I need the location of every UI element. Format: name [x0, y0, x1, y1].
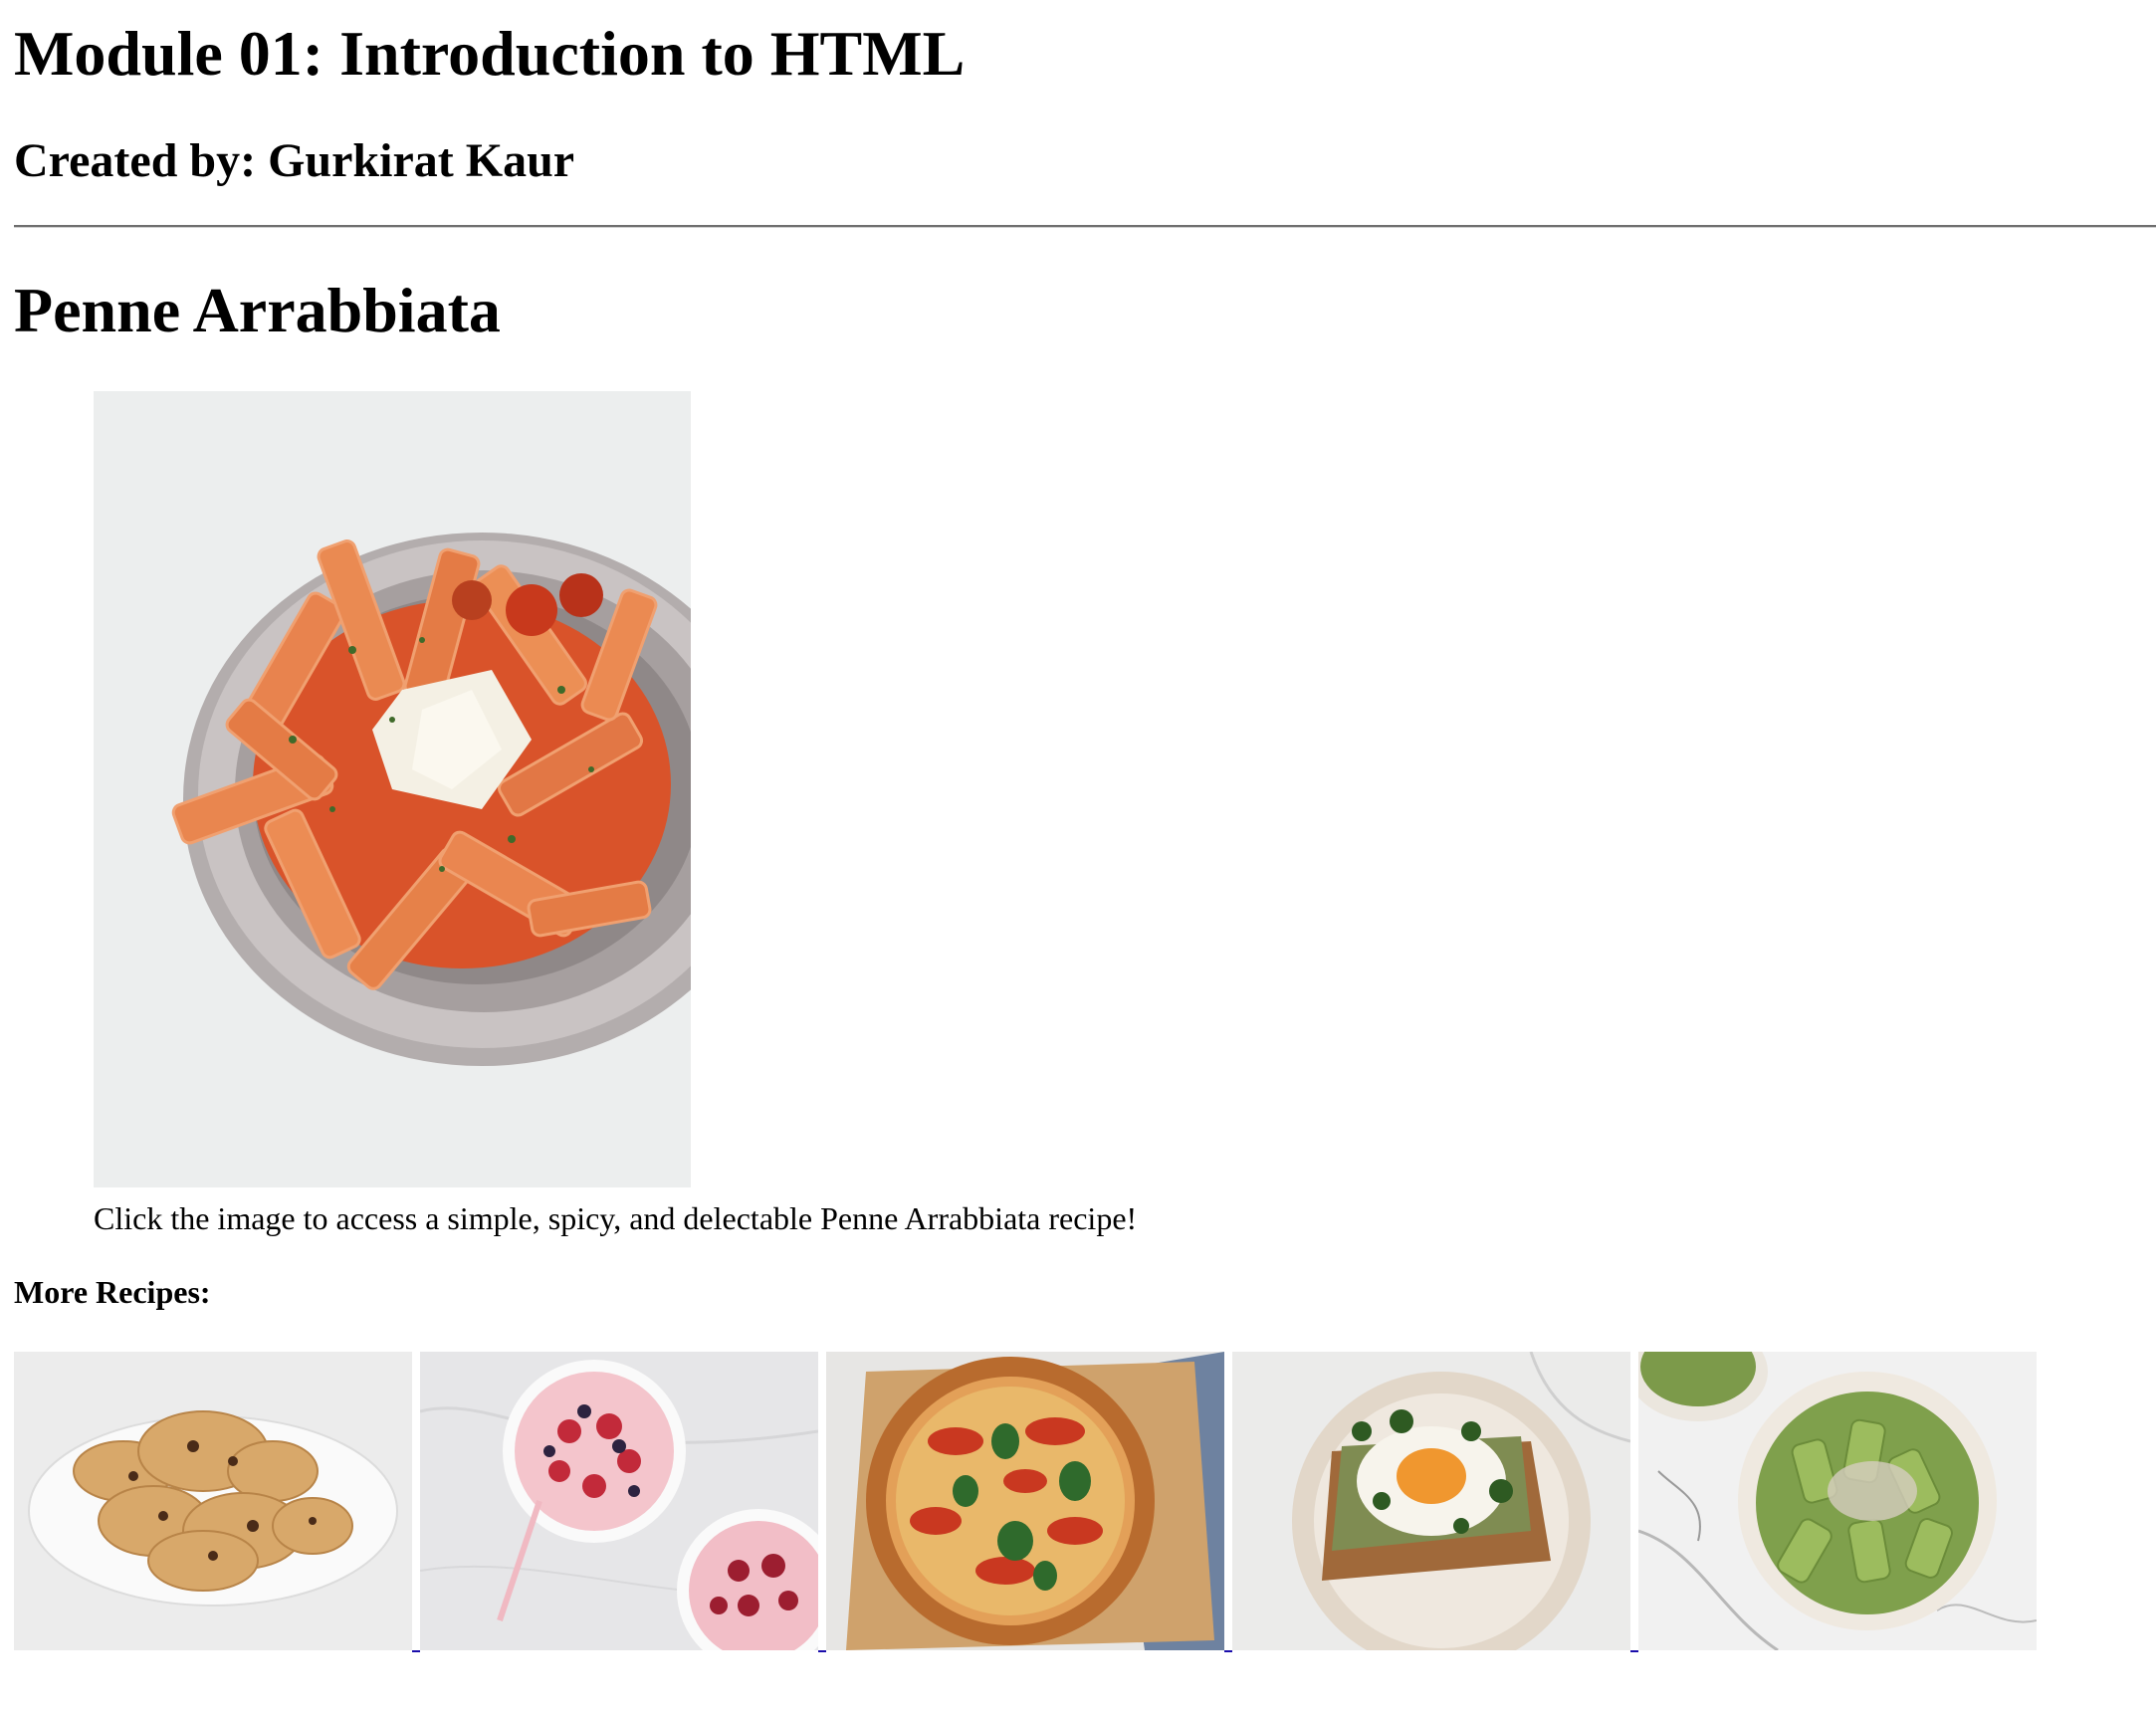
recipe-link-pesto-pasta[interactable]: [1638, 1352, 2037, 1650]
recipe-caption: Click the image to access a simple, spic…: [94, 1200, 1138, 1236]
smoothie-bowl-photo[interactable]: [420, 1352, 818, 1650]
egg-toast-photo[interactable]: [1232, 1352, 1630, 1650]
more-recipes-label: More Recipes:: [14, 1274, 211, 1310]
horizontal-divider: [14, 225, 2156, 228]
penne-arrabbiata-photo[interactable]: [94, 391, 691, 1187]
more-recipes-gallery: [14, 1352, 2045, 1652]
recipe-image-link[interactable]: [94, 391, 691, 1187]
recipe-link-pizza[interactable]: [826, 1352, 1232, 1652]
page-title: Module 01: Introduction to HTML: [14, 18, 966, 89]
pizza-photo[interactable]: [826, 1352, 1224, 1650]
recipe-link-egg-toast[interactable]: [1232, 1352, 1638, 1652]
recipe-link-cookies[interactable]: [14, 1352, 420, 1652]
cookies-photo[interactable]: [14, 1352, 412, 1650]
recipe-figure: Click the image to access a simple, spic…: [94, 391, 1137, 1238]
recipe-link-smoothie-bowl[interactable]: [420, 1352, 826, 1652]
pesto-pasta-photo[interactable]: [1638, 1352, 2037, 1650]
recipe-title: Penne Arrabbiata: [14, 275, 501, 345]
author-heading: Created by: Gurkirat Kaur: [14, 134, 575, 187]
